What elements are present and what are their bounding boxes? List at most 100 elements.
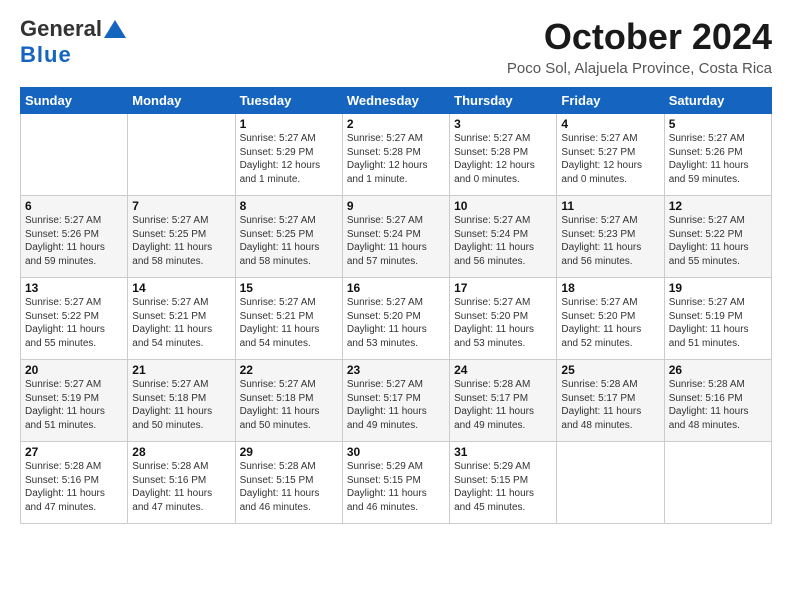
day-info: Sunrise: 5:27 AM Sunset: 5:18 PM Dayligh… xyxy=(132,378,230,432)
calendar-day-cell: 28Sunrise: 5:28 AM Sunset: 5:16 PM Dayli… xyxy=(128,442,235,524)
calendar-day-cell: 26Sunrise: 5:28 AM Sunset: 5:16 PM Dayli… xyxy=(664,360,771,442)
day-number: 14 xyxy=(132,281,230,295)
day-info: Sunrise: 5:28 AM Sunset: 5:16 PM Dayligh… xyxy=(25,460,123,514)
calendar-day-header: Wednesday xyxy=(342,88,449,114)
title-block: October 2024 Poco Sol, Alajuela Province… xyxy=(507,16,772,77)
day-number: 15 xyxy=(240,281,338,295)
calendar-day-cell: 17Sunrise: 5:27 AM Sunset: 5:20 PM Dayli… xyxy=(450,278,557,360)
day-info: Sunrise: 5:28 AM Sunset: 5:17 PM Dayligh… xyxy=(454,378,552,432)
calendar-day-cell xyxy=(21,114,128,196)
calendar-day-cell: 22Sunrise: 5:27 AM Sunset: 5:18 PM Dayli… xyxy=(235,360,342,442)
calendar-day-cell: 5Sunrise: 5:27 AM Sunset: 5:26 PM Daylig… xyxy=(664,114,771,196)
day-info: Sunrise: 5:28 AM Sunset: 5:16 PM Dayligh… xyxy=(669,378,767,432)
calendar-day-cell xyxy=(664,442,771,524)
day-number: 1 xyxy=(240,117,338,131)
calendar-day-cell: 25Sunrise: 5:28 AM Sunset: 5:17 PM Dayli… xyxy=(557,360,664,442)
day-number: 22 xyxy=(240,363,338,377)
day-number: 2 xyxy=(347,117,445,131)
calendar-day-cell: 10Sunrise: 5:27 AM Sunset: 5:24 PM Dayli… xyxy=(450,196,557,278)
day-info: Sunrise: 5:27 AM Sunset: 5:17 PM Dayligh… xyxy=(347,378,445,432)
calendar-day-cell: 29Sunrise: 5:28 AM Sunset: 5:15 PM Dayli… xyxy=(235,442,342,524)
day-number: 29 xyxy=(240,445,338,459)
day-info: Sunrise: 5:27 AM Sunset: 5:28 PM Dayligh… xyxy=(454,132,552,186)
day-number: 28 xyxy=(132,445,230,459)
calendar-day-cell: 27Sunrise: 5:28 AM Sunset: 5:16 PM Dayli… xyxy=(21,442,128,524)
calendar-week-row: 1Sunrise: 5:27 AM Sunset: 5:29 PM Daylig… xyxy=(21,114,772,196)
day-number: 30 xyxy=(347,445,445,459)
day-number: 12 xyxy=(669,199,767,213)
calendar-day-cell: 16Sunrise: 5:27 AM Sunset: 5:20 PM Dayli… xyxy=(342,278,449,360)
day-number: 11 xyxy=(561,199,659,213)
day-number: 31 xyxy=(454,445,552,459)
day-info: Sunrise: 5:27 AM Sunset: 5:26 PM Dayligh… xyxy=(669,132,767,186)
logo-blue: Blue xyxy=(20,42,72,67)
day-number: 4 xyxy=(561,117,659,131)
day-info: Sunrise: 5:27 AM Sunset: 5:21 PM Dayligh… xyxy=(132,296,230,350)
calendar-day-cell: 12Sunrise: 5:27 AM Sunset: 5:22 PM Dayli… xyxy=(664,196,771,278)
calendar-day-cell: 14Sunrise: 5:27 AM Sunset: 5:21 PM Dayli… xyxy=(128,278,235,360)
day-info: Sunrise: 5:27 AM Sunset: 5:19 PM Dayligh… xyxy=(669,296,767,350)
day-number: 8 xyxy=(240,199,338,213)
day-number: 17 xyxy=(454,281,552,295)
day-info: Sunrise: 5:27 AM Sunset: 5:27 PM Dayligh… xyxy=(561,132,659,186)
calendar-day-cell: 23Sunrise: 5:27 AM Sunset: 5:17 PM Dayli… xyxy=(342,360,449,442)
day-info: Sunrise: 5:28 AM Sunset: 5:15 PM Dayligh… xyxy=(240,460,338,514)
calendar-day-cell: 7Sunrise: 5:27 AM Sunset: 5:25 PM Daylig… xyxy=(128,196,235,278)
day-info: Sunrise: 5:28 AM Sunset: 5:16 PM Dayligh… xyxy=(132,460,230,514)
calendar-day-header: Sunday xyxy=(21,88,128,114)
day-number: 3 xyxy=(454,117,552,131)
calendar-day-cell: 11Sunrise: 5:27 AM Sunset: 5:23 PM Dayli… xyxy=(557,196,664,278)
calendar-day-cell: 31Sunrise: 5:29 AM Sunset: 5:15 PM Dayli… xyxy=(450,442,557,524)
day-info: Sunrise: 5:27 AM Sunset: 5:20 PM Dayligh… xyxy=(561,296,659,350)
day-info: Sunrise: 5:27 AM Sunset: 5:20 PM Dayligh… xyxy=(347,296,445,350)
calendar-day-cell: 3Sunrise: 5:27 AM Sunset: 5:28 PM Daylig… xyxy=(450,114,557,196)
calendar-day-cell: 20Sunrise: 5:27 AM Sunset: 5:19 PM Dayli… xyxy=(21,360,128,442)
day-number: 23 xyxy=(347,363,445,377)
day-info: Sunrise: 5:27 AM Sunset: 5:19 PM Dayligh… xyxy=(25,378,123,432)
calendar-week-row: 20Sunrise: 5:27 AM Sunset: 5:19 PM Dayli… xyxy=(21,360,772,442)
day-info: Sunrise: 5:27 AM Sunset: 5:24 PM Dayligh… xyxy=(454,214,552,268)
calendar-day-cell: 6Sunrise: 5:27 AM Sunset: 5:26 PM Daylig… xyxy=(21,196,128,278)
day-number: 10 xyxy=(454,199,552,213)
day-info: Sunrise: 5:27 AM Sunset: 5:25 PM Dayligh… xyxy=(240,214,338,268)
day-info: Sunrise: 5:27 AM Sunset: 5:22 PM Dayligh… xyxy=(669,214,767,268)
logo: General Blue xyxy=(20,16,126,68)
day-info: Sunrise: 5:29 AM Sunset: 5:15 PM Dayligh… xyxy=(454,460,552,514)
day-info: Sunrise: 5:28 AM Sunset: 5:17 PM Dayligh… xyxy=(561,378,659,432)
day-info: Sunrise: 5:27 AM Sunset: 5:25 PM Dayligh… xyxy=(132,214,230,268)
day-info: Sunrise: 5:27 AM Sunset: 5:26 PM Dayligh… xyxy=(25,214,123,268)
logo-general: General xyxy=(20,16,102,42)
page: General Blue October 2024 Poco Sol, Alaj… xyxy=(0,0,792,534)
calendar-day-cell xyxy=(557,442,664,524)
day-number: 25 xyxy=(561,363,659,377)
calendar-day-header: Friday xyxy=(557,88,664,114)
day-number: 24 xyxy=(454,363,552,377)
day-number: 13 xyxy=(25,281,123,295)
month-title: October 2024 xyxy=(507,16,772,58)
day-number: 21 xyxy=(132,363,230,377)
calendar-week-row: 6Sunrise: 5:27 AM Sunset: 5:26 PM Daylig… xyxy=(21,196,772,278)
day-info: Sunrise: 5:27 AM Sunset: 5:22 PM Dayligh… xyxy=(25,296,123,350)
day-info: Sunrise: 5:27 AM Sunset: 5:24 PM Dayligh… xyxy=(347,214,445,268)
day-number: 7 xyxy=(132,199,230,213)
calendar-week-row: 13Sunrise: 5:27 AM Sunset: 5:22 PM Dayli… xyxy=(21,278,772,360)
day-number: 27 xyxy=(25,445,123,459)
calendar-day-cell: 19Sunrise: 5:27 AM Sunset: 5:19 PM Dayli… xyxy=(664,278,771,360)
day-info: Sunrise: 5:27 AM Sunset: 5:29 PM Dayligh… xyxy=(240,132,338,186)
calendar-day-cell: 18Sunrise: 5:27 AM Sunset: 5:20 PM Dayli… xyxy=(557,278,664,360)
calendar-table: SundayMondayTuesdayWednesdayThursdayFrid… xyxy=(20,87,772,524)
calendar-week-row: 27Sunrise: 5:28 AM Sunset: 5:16 PM Dayli… xyxy=(21,442,772,524)
calendar-day-cell: 13Sunrise: 5:27 AM Sunset: 5:22 PM Dayli… xyxy=(21,278,128,360)
day-info: Sunrise: 5:27 AM Sunset: 5:21 PM Dayligh… xyxy=(240,296,338,350)
calendar-day-header: Tuesday xyxy=(235,88,342,114)
day-number: 18 xyxy=(561,281,659,295)
day-number: 20 xyxy=(25,363,123,377)
calendar-day-cell: 30Sunrise: 5:29 AM Sunset: 5:15 PM Dayli… xyxy=(342,442,449,524)
calendar-day-cell: 4Sunrise: 5:27 AM Sunset: 5:27 PM Daylig… xyxy=(557,114,664,196)
calendar-day-cell: 15Sunrise: 5:27 AM Sunset: 5:21 PM Dayli… xyxy=(235,278,342,360)
header: General Blue October 2024 Poco Sol, Alaj… xyxy=(20,16,772,77)
calendar-day-cell: 1Sunrise: 5:27 AM Sunset: 5:29 PM Daylig… xyxy=(235,114,342,196)
logo-triangle-icon xyxy=(104,18,126,40)
day-info: Sunrise: 5:29 AM Sunset: 5:15 PM Dayligh… xyxy=(347,460,445,514)
calendar-day-cell: 9Sunrise: 5:27 AM Sunset: 5:24 PM Daylig… xyxy=(342,196,449,278)
